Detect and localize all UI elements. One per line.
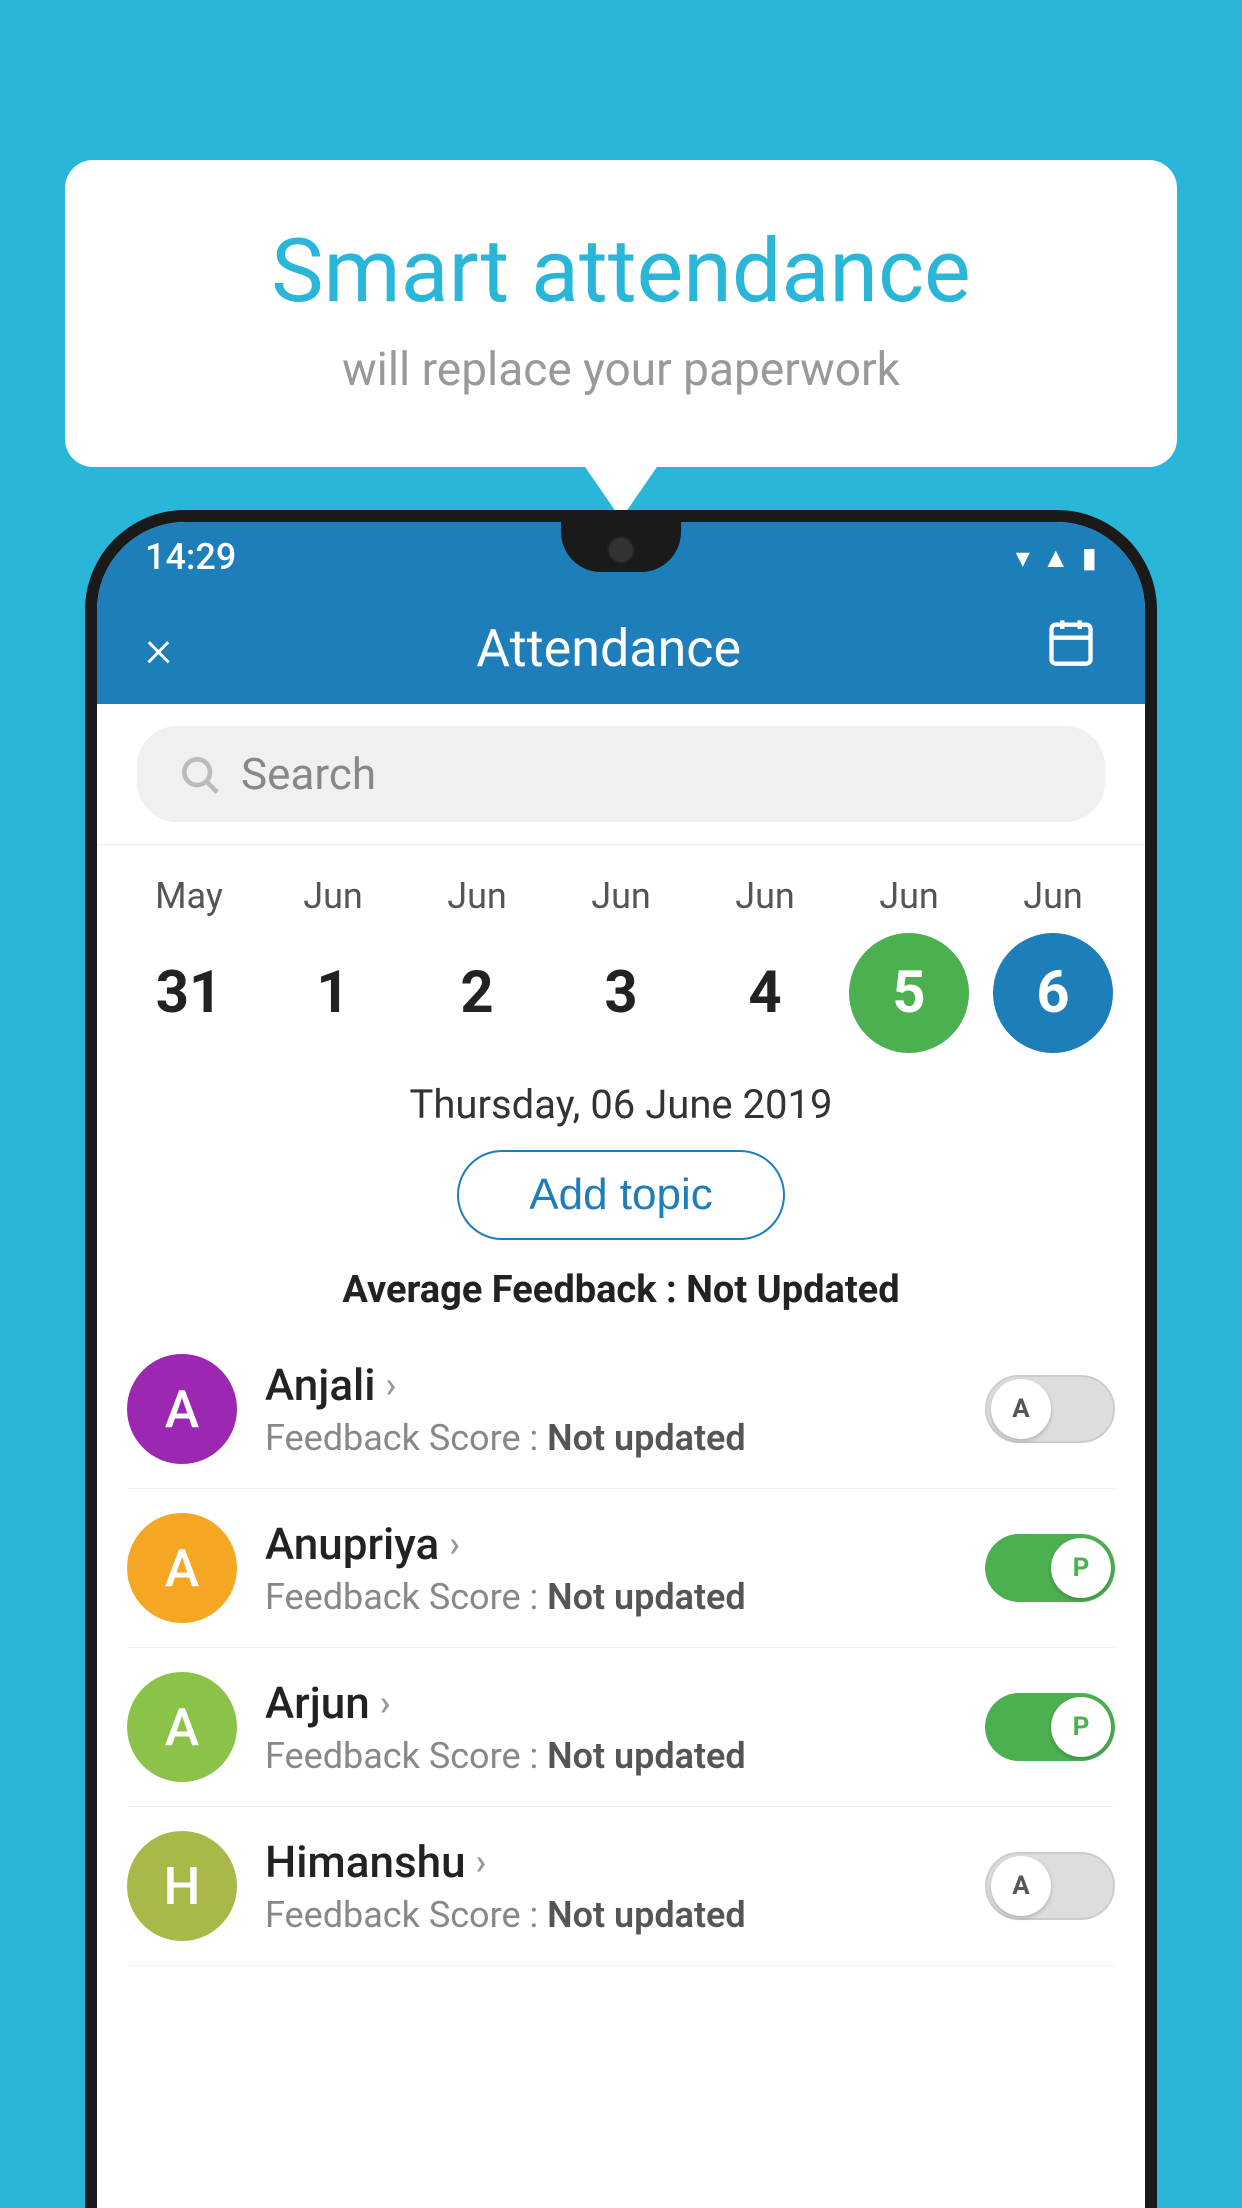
cal-date[interactable]: 2: [417, 933, 537, 1053]
cal-date[interactable]: 31: [129, 933, 249, 1053]
chevron-right-icon: ›: [380, 1682, 391, 1724]
cal-month: Jun: [591, 875, 651, 917]
attendance-toggle[interactable]: A: [985, 1375, 1115, 1443]
cal-day-0[interactable]: May 31: [117, 875, 261, 1053]
student-name: Arjun ›: [265, 1677, 957, 1729]
search-icon: [177, 752, 221, 796]
chevron-right-icon: ›: [476, 1841, 487, 1883]
phone-screen: 14:29 ▾ ▲ ▮ × Attendance: [97, 522, 1145, 2208]
cal-month: May: [155, 875, 223, 917]
selected-date-label: Thursday, 06 June 2019: [97, 1063, 1145, 1138]
app-header: × Attendance: [97, 592, 1145, 704]
student-info: Anjali › Feedback Score : Not updated: [265, 1359, 957, 1459]
avg-feedback: Average Feedback : Not Updated: [97, 1260, 1145, 1330]
student-score: Feedback Score : Not updated: [265, 1894, 957, 1936]
calendar-icon[interactable]: [1045, 616, 1097, 680]
cal-day-3[interactable]: Jun 3: [549, 875, 693, 1053]
search-container: Search: [97, 704, 1145, 845]
attendance-toggle[interactable]: P: [985, 1693, 1115, 1761]
signal-icon: ▲: [1042, 541, 1070, 574]
cal-month: Jun: [879, 875, 939, 917]
student-info: Himanshu › Feedback Score : Not updated: [265, 1836, 957, 1936]
cal-date[interactable]: 4: [705, 933, 825, 1053]
status-time: 14:29: [145, 536, 236, 578]
cal-month: Jun: [735, 875, 795, 917]
search-bar[interactable]: Search: [137, 726, 1105, 822]
student-avatar: H: [127, 1831, 237, 1941]
student-name: Anupriya ›: [265, 1518, 957, 1570]
battery-icon: ▮: [1082, 541, 1097, 574]
speech-bubble-container: Smart attendance will replace your paper…: [65, 160, 1177, 467]
cal-day-1[interactable]: Jun 1: [261, 875, 405, 1053]
cal-day-4[interactable]: Jun 4: [693, 875, 837, 1053]
phone-frame: 14:29 ▾ ▲ ▮ × Attendance: [85, 510, 1157, 2208]
search-placeholder: Search: [241, 748, 376, 800]
attendance-toggle[interactable]: A: [985, 1852, 1115, 1920]
student-score: Feedback Score : Not updated: [265, 1576, 957, 1618]
close-button[interactable]: ×: [145, 618, 172, 679]
student-item-0[interactable]: A Anjali › Feedback Score : Not updated A: [127, 1330, 1115, 1489]
student-avatar: A: [127, 1354, 237, 1464]
camera: [607, 536, 635, 564]
avg-feedback-label: Average Feedback :: [342, 1268, 676, 1312]
student-name: Anjali ›: [265, 1359, 957, 1411]
wifi-icon: ▾: [1016, 541, 1030, 574]
student-info: Anupriya › Feedback Score : Not updated: [265, 1518, 957, 1618]
bubble-title: Smart attendance: [145, 220, 1097, 323]
cal-day-6[interactable]: Jun 6: [981, 875, 1125, 1053]
speech-bubble: Smart attendance will replace your paper…: [65, 160, 1177, 467]
cal-month: Jun: [303, 875, 363, 917]
status-icons: ▾ ▲ ▮: [1016, 541, 1097, 574]
student-avatar: A: [127, 1672, 237, 1782]
attendance-toggle[interactable]: P: [985, 1534, 1115, 1602]
notch: [561, 522, 681, 572]
student-avatar: A: [127, 1513, 237, 1623]
cal-date[interactable]: 5: [849, 933, 969, 1053]
student-info: Arjun › Feedback Score : Not updated: [265, 1677, 957, 1777]
chevron-right-icon: ›: [385, 1364, 396, 1406]
student-item-3[interactable]: H Himanshu › Feedback Score : Not updated A: [127, 1807, 1115, 1966]
student-score: Feedback Score : Not updated: [265, 1735, 957, 1777]
page-title: Attendance: [476, 618, 741, 679]
cal-day-2[interactable]: Jun 2: [405, 875, 549, 1053]
add-topic-button[interactable]: Add topic: [457, 1150, 784, 1240]
cal-date[interactable]: 3: [561, 933, 681, 1053]
status-bar: 14:29 ▾ ▲ ▮: [97, 522, 1145, 592]
cal-date[interactable]: 6: [993, 933, 1113, 1053]
cal-month: Jun: [447, 875, 507, 917]
cal-day-5[interactable]: Jun 5: [837, 875, 981, 1053]
cal-month: Jun: [1023, 875, 1083, 917]
avg-feedback-value: Not Updated: [686, 1268, 900, 1312]
cal-date[interactable]: 1: [273, 933, 393, 1053]
student-list: AAnjali ›Feedback Score : Not updatedAAA…: [97, 1330, 1145, 1966]
student-item-2[interactable]: A Arjun › Feedback Score : Not updated P: [127, 1648, 1115, 1807]
calendar-row: May 31 Jun 1 Jun 2 Jun 3 Jun 4 Jun 5 Jun 6: [97, 845, 1145, 1063]
student-name: Himanshu ›: [265, 1836, 957, 1888]
bubble-subtitle: will replace your paperwork: [145, 343, 1097, 397]
student-item-1[interactable]: A Anupriya › Feedback Score : Not updated P: [127, 1489, 1115, 1648]
student-score: Feedback Score : Not updated: [265, 1417, 957, 1459]
chevron-right-icon: ›: [449, 1523, 460, 1565]
